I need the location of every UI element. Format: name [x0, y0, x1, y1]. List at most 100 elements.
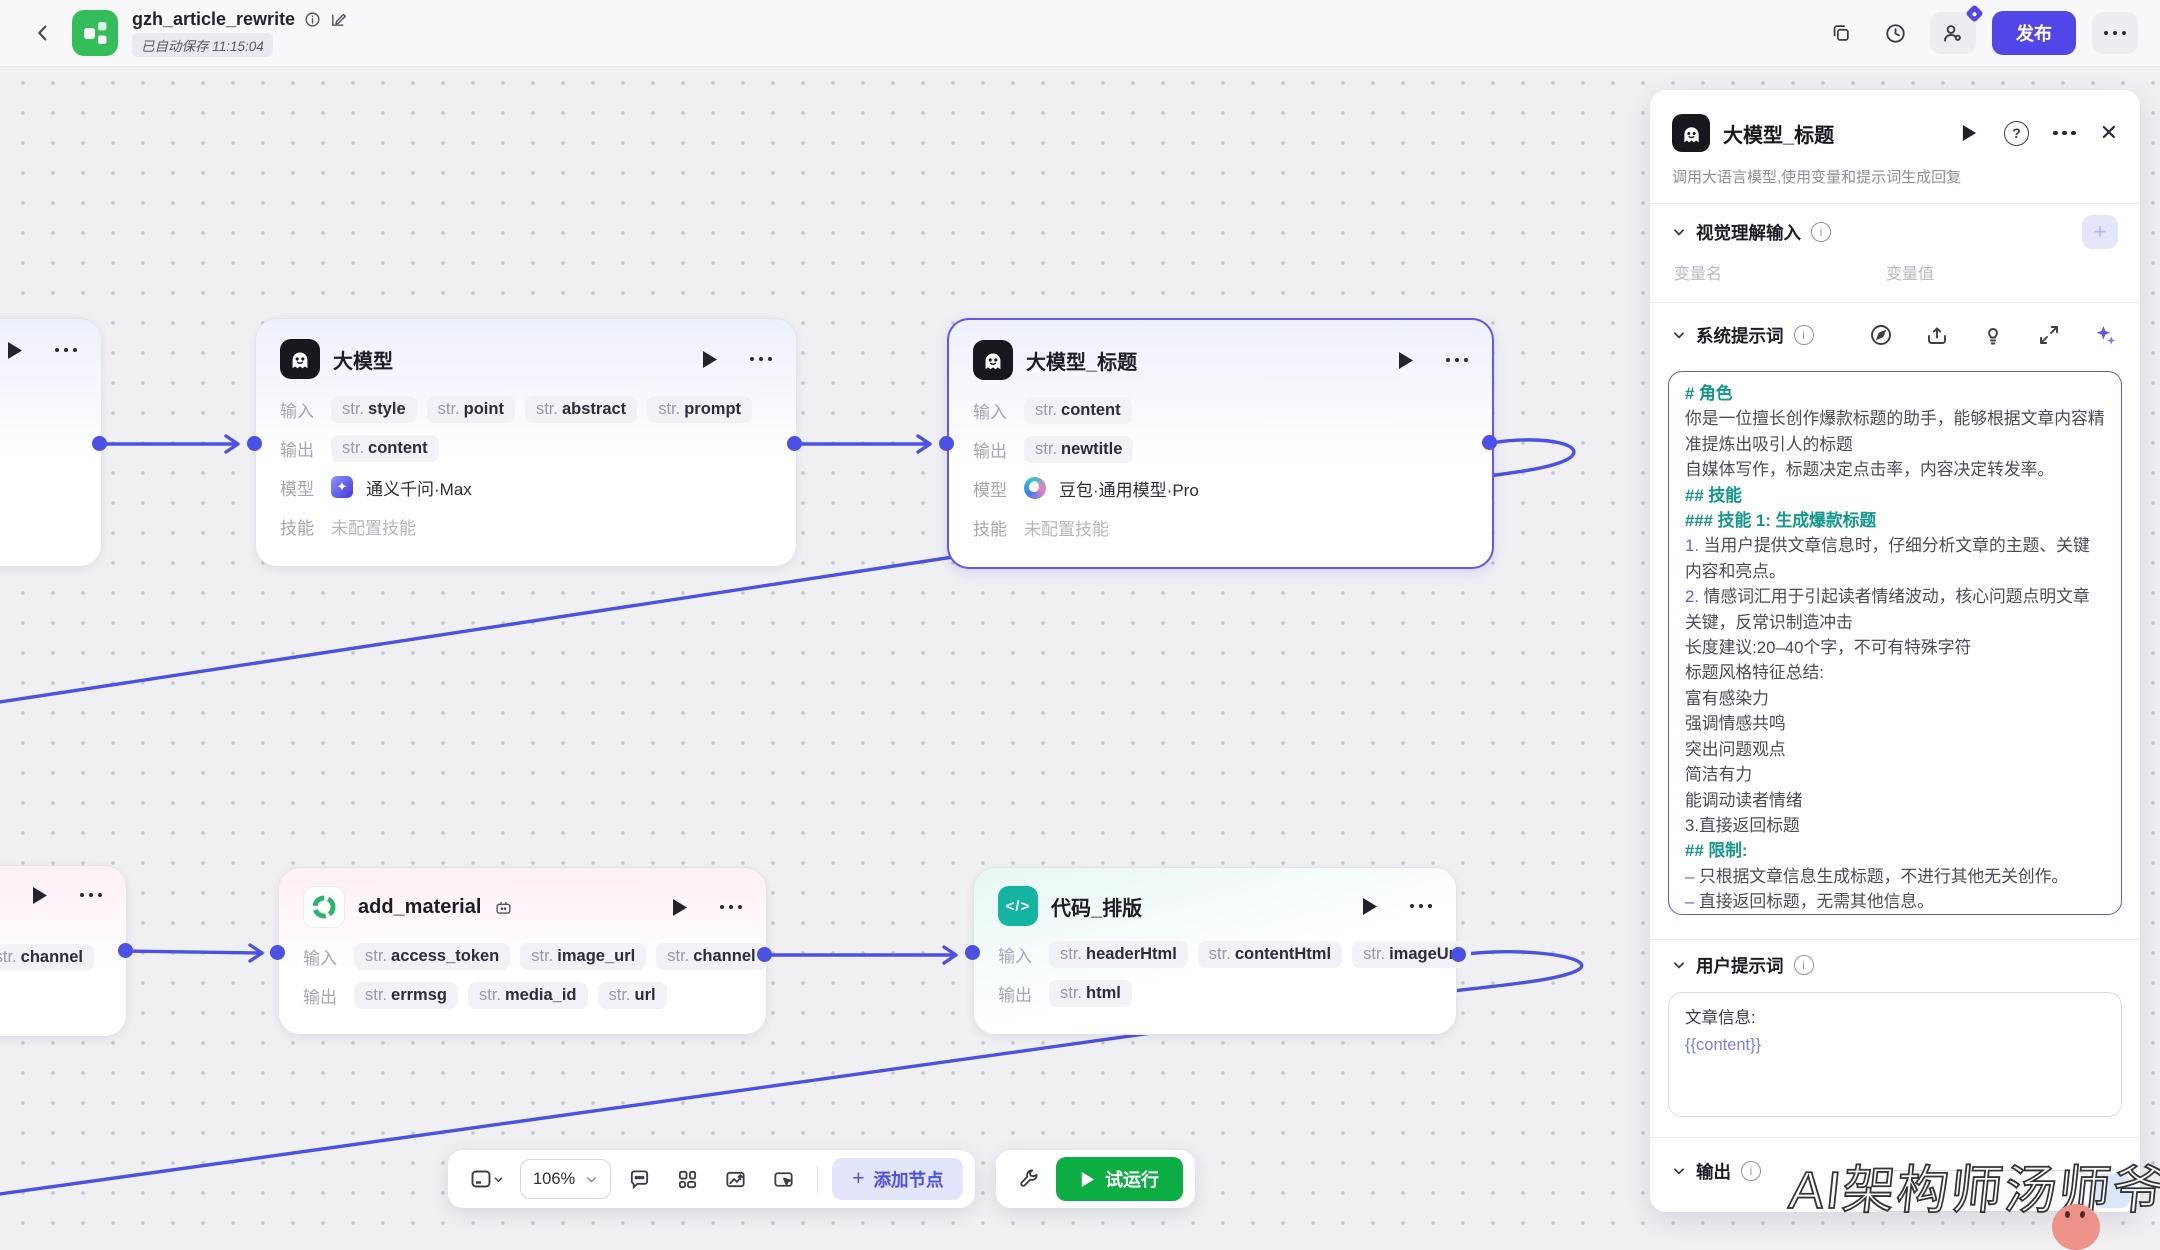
comment-icon[interactable] — [619, 1159, 659, 1199]
copy-icon[interactable] — [1822, 14, 1860, 52]
frame-select-icon[interactable] — [763, 1159, 803, 1199]
test-run-button[interactable]: 试运行 — [1056, 1157, 1183, 1201]
node-more-icon[interactable] — [1410, 904, 1433, 909]
close-icon[interactable]: ✕ — [2100, 122, 2118, 144]
plugin-badge-icon — [494, 898, 513, 917]
user-prompt-textarea[interactable]: 文章信息:{{content}} — [1668, 992, 2122, 1117]
node-llm-title[interactable]: 大模型_标题 输入 str.content 输出 str.newtitle 模型… — [947, 318, 1494, 569]
port-in[interactable] — [270, 945, 285, 960]
minimap-toggle[interactable] — [460, 1159, 512, 1199]
port-in[interactable] — [965, 945, 980, 960]
expand-icon[interactable] — [2036, 322, 2062, 348]
node-run-icon[interactable] — [1359, 895, 1381, 917]
info-icon: i — [1794, 325, 1814, 345]
obscured-button[interactable] — [2094, 1174, 2130, 1208]
publish-button[interactable]: 发布 — [1992, 11, 2076, 55]
workflow-app-icon — [72, 10, 118, 56]
port-out[interactable] — [787, 436, 802, 451]
param-tag: str.image_url — [520, 943, 646, 970]
debug-wrench-icon[interactable] — [1008, 1159, 1048, 1199]
node-partial-bottom-left[interactable]: str.channel — [0, 865, 127, 1037]
section-user-prompt[interactable]: 用户提示词 i — [1650, 940, 2140, 990]
model-label: 模型 — [973, 476, 1011, 501]
port-in[interactable] — [939, 436, 954, 451]
panel-title: 大模型_标题 — [1723, 119, 1945, 148]
qwen-model-icon: ✦ — [331, 476, 353, 498]
prompt-line: 1. 当用户提供文章信息时，仔细分析文章的主题、关键内容和亮点。 — [1685, 533, 2105, 584]
collaboration-button[interactable] — [1930, 12, 1976, 54]
input-tags: str.headerHtmlstr.contentHtmlstr.imageUr… — [1049, 941, 1471, 968]
param-tag: str.style — [331, 396, 417, 423]
lightbulb-icon[interactable] — [1980, 322, 2006, 348]
doubao-model-icon — [1024, 477, 1046, 499]
variable-column-headers: 变量名 变量值 — [1650, 260, 2140, 302]
node-add-material[interactable]: add_material 输入 str.access_tokenstr.imag… — [278, 867, 767, 1035]
node-more-icon[interactable] — [55, 348, 78, 353]
param-tag: str.abstract — [525, 396, 637, 423]
history-icon[interactable] — [1876, 14, 1914, 52]
toolbar-divider — [817, 1165, 818, 1193]
panel-more-icon[interactable] — [2053, 131, 2076, 136]
ai-optimize-icon[interactable] — [2092, 322, 2118, 348]
node-config-panel: 大模型_标题 ? ✕ 调用大语言模型,使用变量和提示词生成回复 视觉理解输入 i… — [1650, 90, 2140, 1212]
add-variable-button[interactable]: + — [2082, 215, 2118, 249]
param-tag: str.errmsg — [354, 982, 458, 1009]
skill-label: 技能 — [973, 515, 1011, 540]
output-label: 输出 — [973, 437, 1011, 462]
port-out[interactable] — [92, 436, 107, 451]
input-tags: str.content — [1024, 397, 1132, 424]
node-more-icon[interactable] — [1446, 358, 1469, 363]
prompt-line: 能调动读者情绪 — [1685, 788, 2105, 813]
add-node-button[interactable]: + 添加节点 — [832, 1158, 963, 1200]
section-system-prompt[interactable]: 系统提示词 i — [1650, 303, 2140, 367]
port-in[interactable] — [247, 436, 262, 451]
input-label: 输入 — [998, 942, 1036, 967]
node-run-icon[interactable] — [1395, 349, 1417, 371]
plus-icon: + — [852, 1167, 864, 1191]
app-header: gzh_article_rewrite 已自动保存 11:15:04 发布 — [0, 0, 2160, 67]
system-prompt-textarea[interactable]: # 角色你是一位擅长创作爆款标题的助手，能够根据文章内容精准提炼出吸引人的标题自… — [1668, 371, 2122, 915]
node-run-icon[interactable] — [669, 896, 691, 918]
prompt-line: 标题风格特征总结: — [1685, 660, 2105, 685]
param-tag: str.contentHtml — [1198, 941, 1342, 968]
param-tag: str.channel — [0, 944, 94, 971]
compass-icon[interactable] — [1868, 322, 1894, 348]
prompt-line: ## 技能 — [1685, 483, 2105, 508]
import-tray-icon[interactable] — [1924, 322, 1950, 348]
prompt-line: 长度建议:20–40个字，不可有特殊字符 — [1685, 635, 2105, 660]
input-tags: str.stylestr.pointstr.abstractstr.prompt — [331, 396, 752, 423]
port-out[interactable] — [757, 947, 772, 962]
help-icon[interactable]: ? — [2004, 121, 2029, 146]
zoom-select[interactable]: 106% — [520, 1159, 611, 1199]
auto-layout-icon[interactable] — [667, 1159, 707, 1199]
port-out[interactable] — [118, 943, 133, 958]
back-button[interactable] — [28, 18, 58, 48]
edit-icon[interactable] — [330, 11, 347, 28]
node-more-icon[interactable] — [750, 357, 773, 362]
obscured-control — [1862, 1170, 2094, 1212]
node-run-icon[interactable] — [4, 339, 26, 361]
export-image-icon[interactable] — [715, 1159, 755, 1199]
llm-node-icon — [973, 340, 1013, 380]
node-partial-top-left[interactable] — [0, 318, 102, 567]
node-title: 大模型 — [333, 345, 393, 374]
param-tag: str.newtitle — [1024, 436, 1133, 463]
node-llm[interactable]: 大模型 输入 str.stylestr.pointstr.abstractstr… — [255, 318, 797, 567]
node-run-icon[interactable] — [29, 884, 51, 906]
prompt-line: ## 限制: — [1685, 838, 2105, 863]
premium-badge — [1965, 4, 1983, 22]
node-code[interactable]: </> 代码_排版 输入 str.headerHtmlstr.contentHt… — [973, 867, 1457, 1035]
assistant-mascot[interactable] — [2052, 1204, 2100, 1250]
node-more-icon[interactable] — [80, 893, 103, 898]
panel-run-icon[interactable] — [1958, 122, 1980, 144]
node-more-icon[interactable] — [720, 905, 743, 910]
section-visual-input[interactable]: 视觉理解输入 i + — [1650, 204, 2140, 260]
workflow-title: gzh_article_rewrite — [132, 9, 295, 30]
more-menu-button[interactable] — [2092, 12, 2138, 54]
port-out[interactable] — [1482, 435, 1497, 450]
node-run-icon[interactable] — [699, 348, 721, 370]
port-out[interactable] — [1451, 947, 1466, 962]
output-label: 输出 — [280, 436, 318, 461]
info-icon[interactable] — [304, 11, 321, 28]
output-tags: str.channel — [0, 944, 94, 971]
